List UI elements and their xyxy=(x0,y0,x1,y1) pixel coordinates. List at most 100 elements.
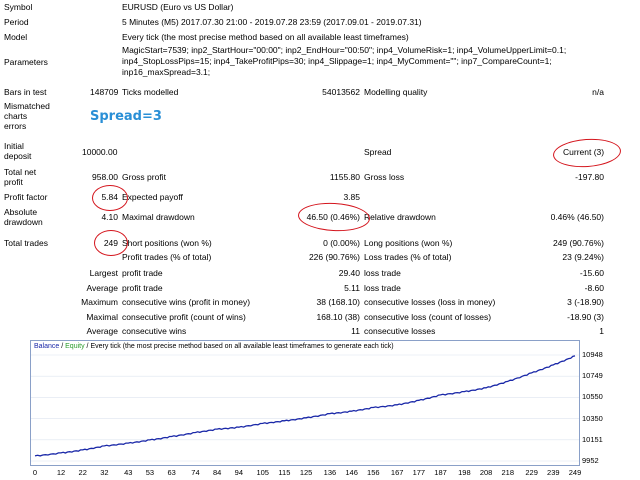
x-tick-label: 74 xyxy=(191,468,200,477)
long-positions-label: Long positions (won %) xyxy=(364,238,453,248)
x-tick-label: 32 xyxy=(100,468,109,477)
average-consecutive-losses-label: consecutive losses xyxy=(364,326,436,336)
parameters-line: MagicStart=7539; inp2_StartHour="00:00";… xyxy=(122,45,567,55)
ticks-value: 54013562 xyxy=(322,87,360,97)
average-label: Average xyxy=(86,283,118,293)
ticks-label: Ticks modelled xyxy=(122,87,179,97)
quality-label: Modelling quality xyxy=(364,87,428,97)
average-loss-value: -8.60 xyxy=(584,283,604,293)
x-tick-label: 43 xyxy=(124,468,133,477)
parameters-line: inp4_StopLossPips=15; inp4_TakeProfitPip… xyxy=(122,56,552,66)
y-tick-label: 10151 xyxy=(582,434,603,444)
x-tick-label: 0 xyxy=(32,468,38,477)
parameters-line: inp16_maxSpread=3.1; xyxy=(122,67,211,77)
bars-label: Bars in test xyxy=(4,87,47,97)
maximal-drawdown-label: Maximal drawdown xyxy=(122,212,195,222)
maximal-label: Maximal xyxy=(86,312,118,322)
chart-legend-balance: Balance xyxy=(34,343,60,350)
x-tick-label: 156 xyxy=(367,468,380,477)
maximal-consecutive-profit-value: 168.10 (38) xyxy=(316,312,360,322)
period-label: Period xyxy=(4,17,29,27)
max-consecutive-losses-label: consecutive losses (loss in money) xyxy=(364,297,496,307)
x-tick-label: 239 xyxy=(547,468,560,477)
relative-drawdown-value: 0.46% (46.50) xyxy=(550,212,604,222)
x-tick-label: 12 xyxy=(56,468,66,477)
y-tick-label: 10550 xyxy=(582,392,603,402)
spread-annotation: Spread=3 xyxy=(90,109,162,124)
balance-series-line xyxy=(34,355,576,457)
maximal-consecutive-loss-value: -18.90 (3) xyxy=(567,312,604,322)
profit-factor-highlight-circle xyxy=(92,185,128,211)
profit-factor-label: Profit factor xyxy=(4,192,48,202)
largest-loss-label: loss trade xyxy=(364,268,401,278)
gross-loss-label: Gross loss xyxy=(364,172,405,182)
relative-drawdown-label: Relative drawdown xyxy=(364,212,436,222)
x-tick-label: 105 xyxy=(256,468,269,477)
model-label: Model xyxy=(4,32,28,42)
loss-trades-value: 23 (9.24%) xyxy=(562,252,604,262)
x-tick-label: 187 xyxy=(434,468,447,477)
x-tick-label: 208 xyxy=(479,468,493,477)
max-consecutive-losses-value: 3 (-18.90) xyxy=(567,297,604,307)
spread-label: Spread xyxy=(364,147,392,157)
y-tick-label: 10749 xyxy=(582,371,603,381)
period-value: 5 Minutes (M5) 2017.07.30 21:00 - 2019.0… xyxy=(122,17,422,27)
x-tick-label: 22 xyxy=(78,468,87,477)
y-tick-label: 10350 xyxy=(582,413,603,423)
x-tick-label: 63 xyxy=(167,468,176,477)
total-trades-label: Total trades xyxy=(4,238,48,248)
x-tick-label: 177 xyxy=(412,468,426,477)
profit-trades-label: Profit trades (% of total) xyxy=(122,252,212,262)
loss-trades-label: Loss trades (% of total) xyxy=(364,252,452,262)
maximal-consecutive-profit-label: consecutive profit (count of wins) xyxy=(122,312,246,322)
average-profit-label: profit trade xyxy=(122,283,163,293)
y-tick-label: 9952 xyxy=(582,456,599,465)
x-tick-label: 218 xyxy=(501,468,515,477)
quality-value: n/a xyxy=(592,87,604,97)
absolute-drawdown-label: drawdown xyxy=(4,217,43,227)
x-tick-label: 115 xyxy=(278,468,291,477)
model-value: Every tick (the most precise method base… xyxy=(122,32,409,42)
x-tick-label: 125 xyxy=(299,468,313,477)
average-loss-label: loss trade xyxy=(364,283,401,293)
max-consecutive-wins-value: 38 (168.10) xyxy=(316,297,360,307)
drawdown-highlight-circle xyxy=(297,201,371,233)
profit-trades-value: 226 (90.76%) xyxy=(308,252,360,262)
x-tick-label: 84 xyxy=(212,468,222,477)
net-profit-label: profit xyxy=(4,177,23,187)
x-tick-label: 249 xyxy=(568,468,582,477)
gross-loss-value: -197.80 xyxy=(575,172,604,182)
mismatched-label: errors xyxy=(4,121,27,131)
balance-chart xyxy=(30,340,580,466)
gross-profit-value: 1155.80 xyxy=(329,172,360,182)
x-tick-label: 94 xyxy=(234,468,244,477)
maximal-consecutive-loss-label: consecutive loss (count of losses) xyxy=(364,312,492,322)
chart-header: Balance / Equity / Every tick (the most … xyxy=(34,342,394,351)
spread-highlight-circle xyxy=(552,136,622,170)
deposit-value: 10000.00 xyxy=(82,147,118,157)
maximum-label: Maximum xyxy=(81,297,118,307)
average-consecutive-label: Average xyxy=(86,326,118,336)
chart-header-description: / Every tick (the most precise method ba… xyxy=(84,343,394,350)
x-tick-label: 167 xyxy=(390,468,404,477)
deposit-label: deposit xyxy=(4,151,32,161)
x-tick-label: 229 xyxy=(525,468,538,477)
symbol-label: Symbol xyxy=(4,2,33,12)
total-trades-highlight-circle xyxy=(94,230,128,256)
short-positions-value: 0 (0.00%) xyxy=(323,238,360,248)
x-tick-label: 198 xyxy=(458,468,471,477)
average-consecutive-wins-label: consecutive wins xyxy=(122,326,187,336)
y-tick-label: 10948 xyxy=(582,350,603,359)
gross-profit-label: Gross profit xyxy=(122,172,166,182)
x-tick-label: 53 xyxy=(145,468,155,477)
net-profit-value: 958.00 xyxy=(92,172,118,182)
average-consecutive-losses-value: 1 xyxy=(599,326,604,336)
largest-profit-value: 29.40 xyxy=(338,268,360,278)
largest-label: Largest xyxy=(89,268,118,278)
parameters-label: Parameters xyxy=(4,57,48,67)
expected-payoff-value: 3.85 xyxy=(343,192,360,202)
short-positions-label: Short positions (won %) xyxy=(122,238,212,248)
largest-profit-label: profit trade xyxy=(122,268,163,278)
bars-value: 148709 xyxy=(90,87,119,97)
x-tick-label: 146 xyxy=(345,468,358,477)
